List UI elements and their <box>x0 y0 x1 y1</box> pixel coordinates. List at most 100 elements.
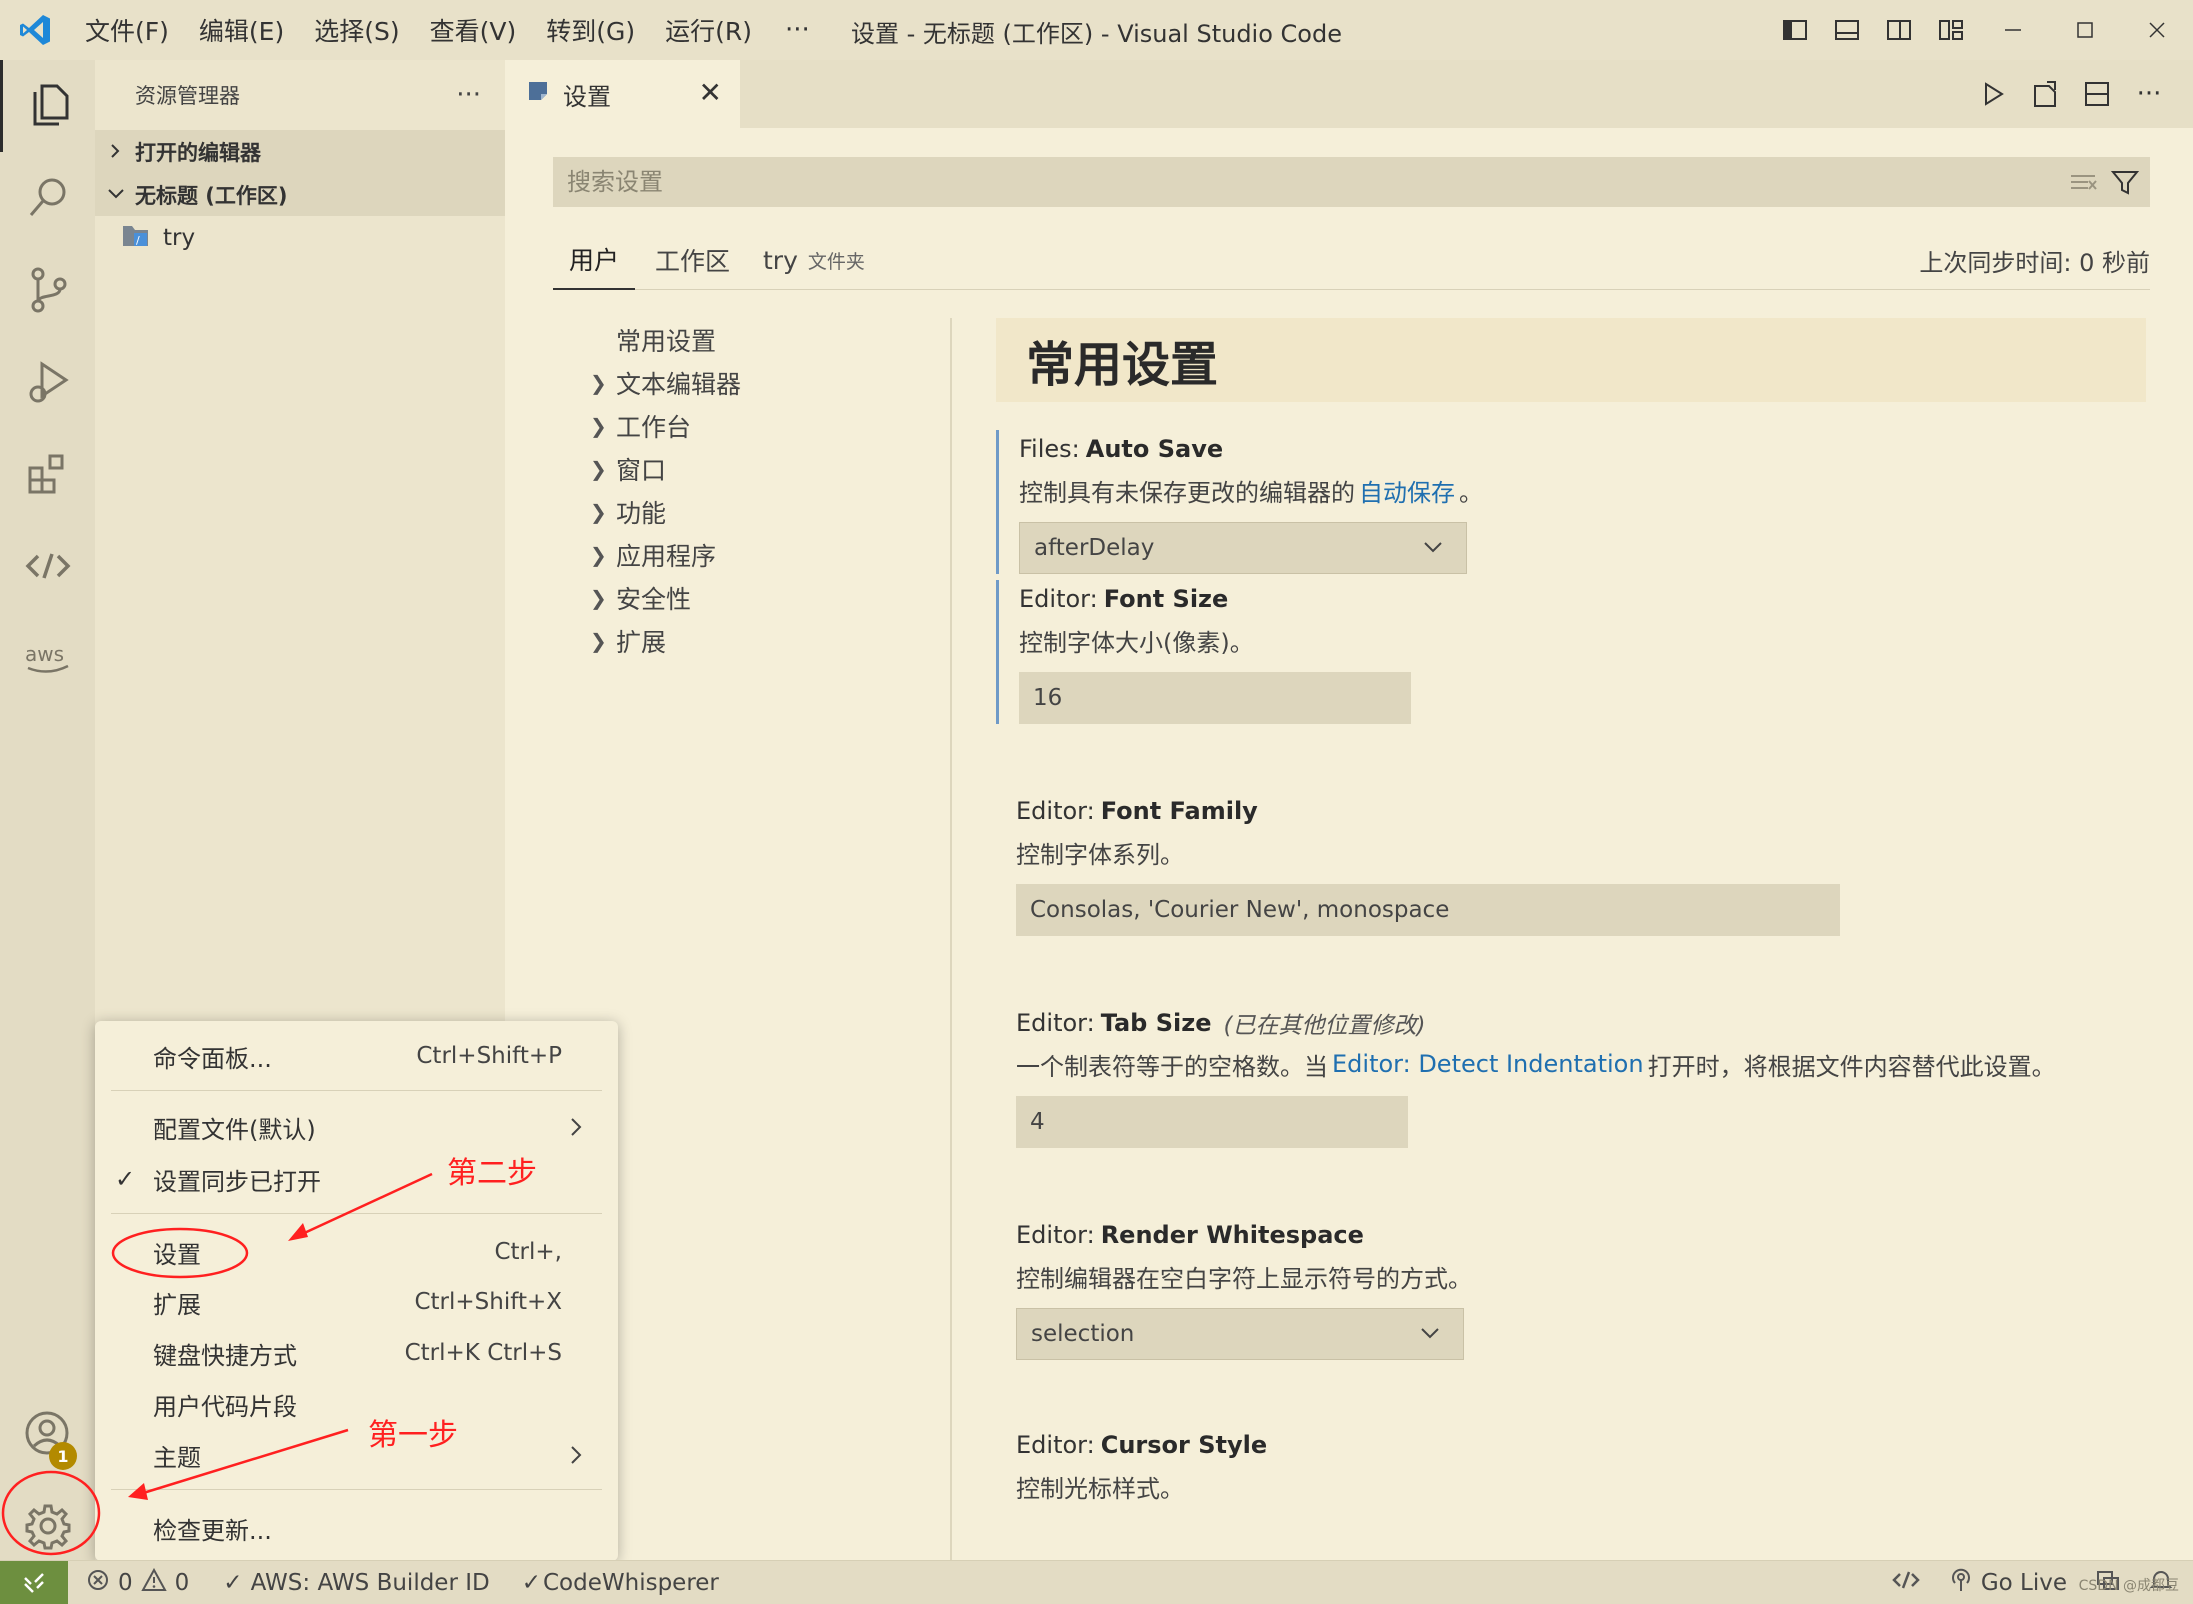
menu-more[interactable]: ··· <box>767 15 828 45</box>
menu-item-settings[interactable]: 设置 Ctrl+, <box>95 1230 618 1274</box>
codewhisperer-status[interactable]: ✓ CodeWhisperer <box>522 1570 719 1596</box>
section-label: 无标题 (工作区) <box>135 183 288 208</box>
scope-folder-note: 文件夹 <box>807 250 865 273</box>
setting-editor-tab-size: Editor: Tab Size (已在其他位置修改) 一个制表符等于的空格数。当 E… <box>996 1004 2146 1148</box>
close-window-icon[interactable] <box>2121 0 2193 60</box>
run-debug-icon[interactable] <box>0 336 95 428</box>
menu-separator <box>111 1489 602 1490</box>
auto-save-dropdown[interactable]: afterDelay <box>1019 522 1467 574</box>
menu-item-command-palette[interactable]: 命令面板... Ctrl+Shift+P <box>95 1034 618 1078</box>
open-settings-json-icon[interactable] <box>2019 80 2071 108</box>
toc-item[interactable]: ❯ 安全性 <box>590 576 890 619</box>
toc-item[interactable]: ❯ 扩展 <box>590 619 890 662</box>
setting-link[interactable]: Editor: Detect Indentation <box>1332 1050 1644 1078</box>
menu-edit[interactable]: 编辑(E) <box>184 12 299 48</box>
accounts-badge: 1 <box>49 1442 77 1470</box>
remote-code-icon[interactable] <box>1891 1568 1921 1598</box>
search-icon[interactable] <box>0 152 95 244</box>
minimize-icon[interactable] <box>1977 0 2049 60</box>
open-editors-section[interactable]: 打开的编辑器 <box>95 130 505 173</box>
run-icon[interactable] <box>1967 81 2019 107</box>
menu-item-check-updates[interactable]: 检查更新... <box>95 1506 618 1550</box>
workspace-section[interactable]: 无标题 (工作区) <box>95 173 505 216</box>
menu-item-themes[interactable]: 主题 <box>95 1433 618 1477</box>
toc-item[interactable]: ❯ 应用程序 <box>590 533 890 576</box>
toc-item[interactable]: ❯ 工作台 <box>590 404 890 447</box>
menu-run[interactable]: 运行(R) <box>650 12 767 48</box>
toc-item[interactable]: ❯ 功能 <box>590 490 890 533</box>
toc-item[interactable]: 常用设置 <box>590 318 890 361</box>
setting-title: Editor: Cursor Style <box>1016 1431 1268 1459</box>
menu-item-user-snippets[interactable]: 用户代码片段 <box>95 1382 618 1426</box>
more-actions-icon[interactable]: ··· <box>2123 79 2175 109</box>
scope-tab-folder[interactable]: try 文件夹 <box>763 230 865 290</box>
setting-title: Editor: Font Family <box>1016 797 1258 825</box>
warning-icon <box>140 1567 167 1598</box>
remote-explorer-icon[interactable] <box>0 520 95 612</box>
toc-item[interactable]: ❯ 窗口 <box>590 447 890 490</box>
menu-item-keyboard-shortcuts[interactable]: 键盘快捷方式 Ctrl+K Ctrl+S <box>95 1331 618 1375</box>
tab-settings[interactable]: 设置 ✕ <box>505 60 740 128</box>
remote-indicator-icon[interactable] <box>0 1560 68 1604</box>
chevron-right-icon: ❯ <box>590 456 607 481</box>
menu-view[interactable]: 查看(V) <box>415 12 532 48</box>
status-bar: 0 0 ✓ AWS: AWS Builder ID ✓ CodeWhispere… <box>0 1560 2193 1604</box>
explorer-more-button[interactable]: ··· <box>456 80 481 110</box>
broadcast-icon <box>1949 1567 1973 1599</box>
settings-group-title: 常用设置 <box>996 318 2146 402</box>
aws-icon[interactable]: aws <box>0 612 95 704</box>
settings-search-box[interactable] <box>553 157 2150 207</box>
scope-tab-workspace[interactable]: 工作区 <box>655 230 730 290</box>
svg-text:aws: aws <box>25 642 64 666</box>
folder-item-try[interactable]: / try <box>95 216 505 260</box>
menu-selection[interactable]: 选择(S) <box>299 12 414 48</box>
settings-list: 常用设置 Files: Auto Save 控制具有未保存更改的编辑器的 自动保存。… <box>996 318 2146 1503</box>
toggle-secondary-sidebar-icon[interactable] <box>1873 0 1925 60</box>
setting-description: 控制字体系列。 <box>1016 840 1184 869</box>
toggle-primary-sidebar-icon[interactable] <box>1769 0 1821 60</box>
menu-go[interactable]: 转到(G) <box>531 12 650 48</box>
editor-area: 设置 ✕ ··· 用户 工作区 try 文件夹 上次同步时间: 0 秒前 常用设… <box>505 60 2193 1560</box>
font-size-input[interactable]: 16 <box>1019 672 1411 724</box>
chevron-right-icon <box>568 1115 584 1145</box>
clear-filter-icon[interactable] <box>2068 167 2098 201</box>
window-controls <box>1769 0 2193 60</box>
render-whitespace-dropdown[interactable]: selection <box>1016 1308 1464 1360</box>
settings-search-input[interactable] <box>567 168 1967 196</box>
editor-actions: ··· <box>1967 60 2175 128</box>
split-editor-icon[interactable] <box>2071 80 2123 108</box>
menu-item-settings-sync[interactable]: ✓ 设置同步已打开 <box>95 1157 618 1201</box>
menu-item-profiles[interactable]: 配置文件(默认) <box>95 1105 618 1149</box>
setting-title: Files: Auto Save <box>1019 435 1224 463</box>
toggle-panel-icon[interactable] <box>1821 0 1873 60</box>
error-icon <box>86 1568 110 1598</box>
menu-separator <box>111 1213 602 1214</box>
aws-status[interactable]: ✓ AWS: AWS Builder ID <box>223 1570 489 1596</box>
tab-label: 设置 <box>563 82 611 111</box>
customize-layout-icon[interactable] <box>1925 0 1977 60</box>
tab-size-input[interactable]: 4 <box>1016 1096 1408 1148</box>
close-tab-icon[interactable]: ✕ <box>699 76 722 109</box>
modified-elsewhere-note[interactable]: (已在其他位置修改) <box>1223 1006 1425 1040</box>
problems-status[interactable]: 0 0 <box>86 1567 189 1598</box>
go-live-button[interactable]: Go Live <box>1949 1567 2067 1599</box>
manage-gear-icon[interactable] <box>0 1480 95 1572</box>
extensions-icon[interactable] <box>0 428 95 520</box>
source-control-icon[interactable] <box>0 244 95 336</box>
scope-tab-user[interactable]: 用户 <box>553 230 636 290</box>
setting-link[interactable]: 自动保存 <box>1359 473 1455 508</box>
accounts-icon[interactable]: 1 <box>0 1388 95 1480</box>
menu-file[interactable]: 文件(F) <box>70 12 184 48</box>
maximize-icon[interactable] <box>2049 0 2121 60</box>
setting-description: 一个制表符等于的空格数。当 Editor: Detect Indentation 打… <box>1016 1050 2056 1081</box>
explorer-icon[interactable] <box>0 60 95 152</box>
menu-separator <box>111 1090 602 1091</box>
toc-item[interactable]: ❯ 文本编辑器 <box>590 361 890 404</box>
check-icon: ✓ <box>223 1569 243 1596</box>
filter-icon[interactable] <box>2110 167 2140 201</box>
menu-item-extensions[interactable]: 扩展 Ctrl+Shift+X <box>95 1280 618 1324</box>
setting-description: 控制具有未保存更改的编辑器的 自动保存。 <box>1019 468 2146 512</box>
font-family-input[interactable]: Consolas, 'Courier New', monospace <box>1016 884 1840 936</box>
shortcut: Ctrl+, <box>494 1239 562 1265</box>
svg-text:/: / <box>136 234 140 247</box>
